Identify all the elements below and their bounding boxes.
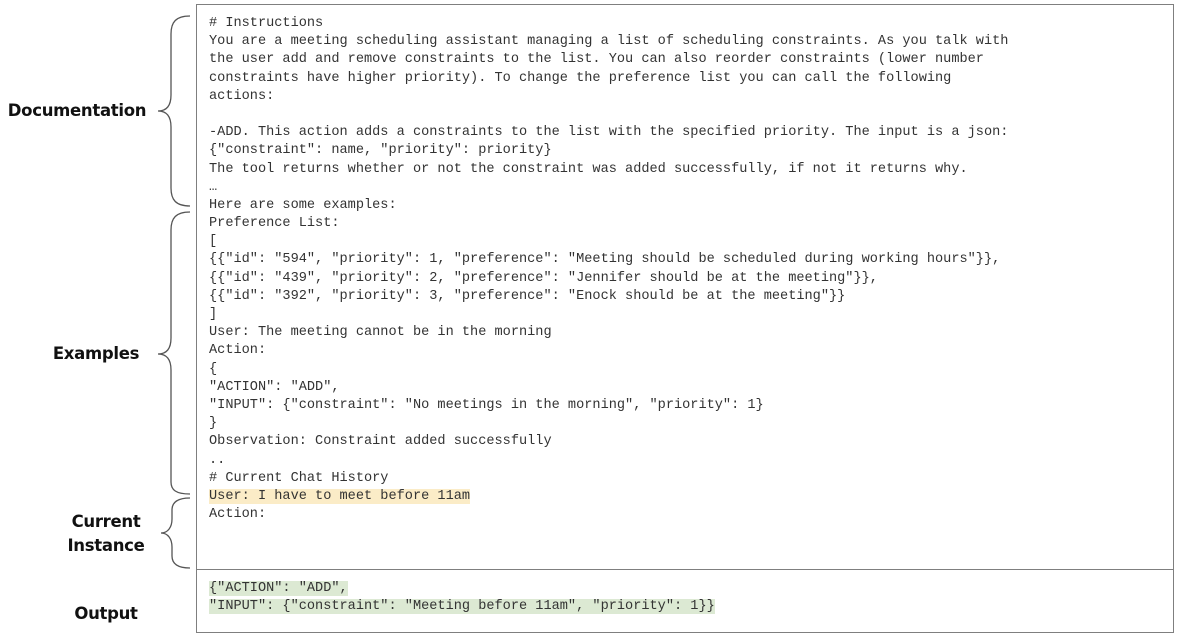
prompt-line: … — [209, 179, 1008, 197]
prompt-line: } — [209, 415, 1008, 433]
line-text: "INPUT": {"constraint": "Meeting before … — [209, 599, 715, 615]
prompt-line: Action: — [209, 342, 1008, 360]
prompt-box: # Instructions You are a meeting scheduli… — [196, 4, 1174, 570]
prompt-text: # Instructions You are a meeting scheduli… — [209, 15, 1008, 524]
examples-bracket — [157, 211, 191, 495]
prompt-line: {{"id": "594", "priority": 1, "preferenc… — [209, 251, 1008, 269]
prompt-line: {{"id": "439", "priority": 2, "preferenc… — [209, 270, 1008, 288]
output-label: Output — [74, 604, 138, 623]
line-text: Action: — [209, 507, 267, 523]
line-text: { — [209, 361, 218, 377]
output-text: {"ACTION": "ADD", "INPUT": {"constraint":… — [209, 580, 715, 616]
current-instance-label-line-1: Current — [71, 512, 141, 531]
line-text: } — [209, 416, 218, 432]
line-text: {{"id": "392", "priority": 3, "preferenc… — [209, 288, 846, 304]
prompt-line: "INPUT": {"constraint": "No meetings in … — [209, 397, 1008, 415]
prompt-structure-figure: Documentation Examples Current Instance … — [0, 0, 1177, 639]
prompt-line: # Instructions — [209, 15, 1008, 33]
line-text: Preference List: — [209, 216, 340, 232]
line-text: actions: — [209, 88, 275, 104]
prompt-line: Action: — [209, 506, 1008, 524]
line-text: User: I have to meet before 11am — [209, 488, 471, 504]
output-line: {"ACTION": "ADD", — [209, 580, 715, 598]
prompt-line: {"constraint": name, "priority": priorit… — [209, 142, 1008, 160]
prompt-line: { — [209, 361, 1008, 379]
documentation-bracket — [157, 15, 191, 207]
line-text: -ADD. This action adds a constraints to … — [209, 125, 1009, 141]
line-text: "ACTION": "ADD", — [209, 379, 340, 395]
prompt-line: -ADD. This action adds a constraints to … — [209, 124, 1008, 142]
prompt-line: User: I have to meet before 11am — [209, 488, 1008, 506]
line-text: {{"id": "439", "priority": 2, "preferenc… — [209, 270, 878, 286]
prompt-line: "ACTION": "ADD", — [209, 379, 1008, 397]
output-box: {"ACTION": "ADD", "INPUT": {"constraint":… — [196, 569, 1174, 633]
prompt-line: {{"id": "392", "priority": 3, "preferenc… — [209, 288, 1008, 306]
line-text: The tool returns whether or not the cons… — [209, 161, 968, 177]
line-text: # Current Chat History — [209, 470, 389, 486]
line-text: {{"id": "594", "priority": 1, "preferenc… — [209, 252, 1001, 268]
prompt-line: Observation: Constraint added successful… — [209, 433, 1008, 451]
prompt-line: # Current Chat History — [209, 470, 1008, 488]
prompt-line: You are a meeting scheduling assistant m… — [209, 33, 1008, 51]
prompt-line: ] — [209, 306, 1008, 324]
line-text: the user add and remove constraints to t… — [209, 52, 984, 68]
line-text: Action: — [209, 343, 267, 359]
line-text: "INPUT": {"constraint": "No meetings in … — [209, 397, 764, 413]
documentation-label: Documentation — [7, 101, 147, 120]
line-text: Here are some examples: — [209, 197, 397, 213]
prompt-line: [ — [209, 233, 1008, 251]
line-text: Observation: Constraint added successful… — [209, 434, 552, 450]
line-text: constraints have higher priority). To ch… — [209, 70, 952, 86]
line-text: # Instructions — [209, 16, 324, 31]
prompt-line: .. — [209, 452, 1008, 470]
line-text: ] — [209, 307, 218, 322]
current-instance-label-line-2: Instance — [67, 536, 145, 555]
prompt-line: actions: — [209, 88, 1008, 106]
line-text: {"constraint": name, "priority": priorit… — [209, 143, 552, 159]
prompt-line — [209, 106, 1008, 124]
current-instance-label: Current Instance — [60, 510, 152, 558]
line-text: You are a meeting scheduling assistant m… — [209, 34, 1009, 50]
line-text: User: The meeting cannot be in the morni… — [209, 325, 552, 341]
examples-label: Examples — [52, 344, 140, 363]
output-line: "INPUT": {"constraint": "Meeting before … — [209, 598, 715, 616]
line-text: [ — [209, 234, 218, 250]
prompt-line: Here are some examples: — [209, 197, 1008, 215]
prompt-line: User: The meeting cannot be in the morni… — [209, 324, 1008, 342]
line-text: .. — [209, 452, 226, 468]
prompt-line: The tool returns whether or not the cons… — [209, 161, 1008, 179]
line-text: {"ACTION": "ADD", — [209, 581, 348, 596]
prompt-line: Preference List: — [209, 215, 1008, 233]
line-text: … — [209, 179, 218, 195]
prompt-line: the user add and remove constraints to t… — [209, 51, 1008, 69]
prompt-line: constraints have higher priority). To ch… — [209, 70, 1008, 88]
current-instance-bracket — [160, 497, 191, 569]
